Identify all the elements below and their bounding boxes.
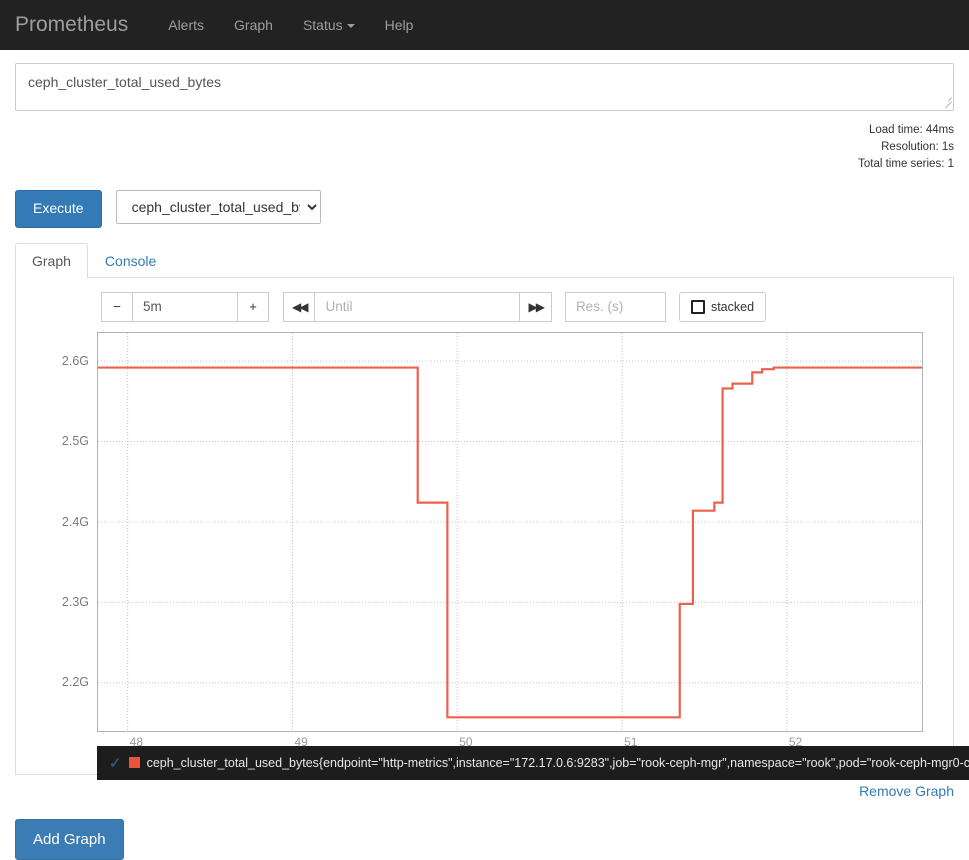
tab-graph[interactable]: Graph — [15, 243, 88, 279]
legend-series-label: ceph_cluster_total_used_bytes{endpoint="… — [147, 756, 969, 770]
brand-prometheus[interactable]: Prometheus — [15, 0, 143, 50]
stacked-label: stacked — [711, 300, 754, 314]
chart-legend[interactable]: ✓ ceph_cluster_total_used_bytes{endpoint… — [97, 746, 969, 780]
y-axis: 2.2G 2.3G 2.4G 2.5G 2.6G — [16, 332, 89, 732]
nav-item-alerts[interactable]: Alerts — [153, 0, 219, 50]
legend-color-swatch — [129, 757, 140, 768]
execute-button[interactable]: Execute — [15, 190, 102, 228]
navbar: Prometheus Alerts Graph Status Help — [0, 0, 969, 50]
graph-controls: − + ◀◀ ▶▶ stacked — [16, 278, 953, 322]
step-backward-icon[interactable]: ◀◀ — [283, 292, 315, 322]
add-graph-button[interactable]: Add Graph — [15, 819, 124, 860]
range-decrease-button[interactable]: − — [101, 292, 133, 322]
range-group: − + — [101, 292, 269, 322]
execute-row: Execute ceph_cluster_total_used_bytes — [15, 173, 954, 228]
y-axis-tick-label: 2.4G — [62, 515, 89, 529]
until-input[interactable] — [315, 292, 519, 322]
range-increase-button[interactable]: + — [237, 292, 269, 322]
expression-area: ceph_cluster_total_used_bytes — [15, 50, 954, 111]
load-time: Load time: 44ms — [15, 122, 954, 139]
nav-item-help[interactable]: Help — [370, 0, 429, 50]
remove-graph-link[interactable]: Remove Graph — [859, 783, 954, 799]
query-stats: Load time: 44ms Resolution: 1s Total tim… — [15, 111, 954, 173]
step-forward-icon[interactable]: ▶▶ — [519, 292, 551, 322]
nav-item-status-label: Status — [303, 17, 343, 33]
chart-area: 2.2G2.3G2.4G2.5G2.6G 4849505152 ✓ ceph_c… — [16, 332, 955, 762]
checkbox-icon — [691, 300, 705, 314]
metric-select[interactable]: ceph_cluster_total_used_bytes — [116, 190, 321, 224]
page-container: ceph_cluster_total_used_bytes Load time:… — [0, 50, 969, 860]
resolution-input[interactable] — [565, 292, 666, 322]
y-axis-tick-label: 2.3G — [62, 595, 89, 609]
y-axis-tick-label: 2.6G — [62, 354, 89, 368]
x-axis: 4849505152 — [97, 332, 923, 732]
tab-console[interactable]: Console — [88, 243, 173, 279]
range-input[interactable] — [133, 292, 237, 322]
nav-item-graph[interactable]: Graph — [219, 0, 288, 50]
graph-panel: − + ◀◀ ▶▶ stacked 2.2G 2.3G 2.4G 2.5G 2.6G 4… — [15, 278, 954, 775]
chevron-down-icon — [347, 24, 355, 28]
y-axis-tick-label: 2.5G — [62, 434, 89, 448]
resolution: Resolution: 1s — [15, 139, 954, 156]
legend-checkmark-icon[interactable]: ✓ — [109, 754, 122, 772]
total-time-series: Total time series: 1 — [15, 156, 954, 173]
tab-bar: Graph Console — [15, 243, 954, 278]
until-group: ◀◀ ▶▶ — [283, 292, 552, 322]
nav-item-status[interactable]: Status — [288, 0, 370, 50]
y-axis-tick-label: 2.2G — [62, 675, 89, 689]
expression-input[interactable]: ceph_cluster_total_used_bytes — [15, 63, 954, 111]
stacked-toggle[interactable]: stacked — [679, 292, 766, 322]
